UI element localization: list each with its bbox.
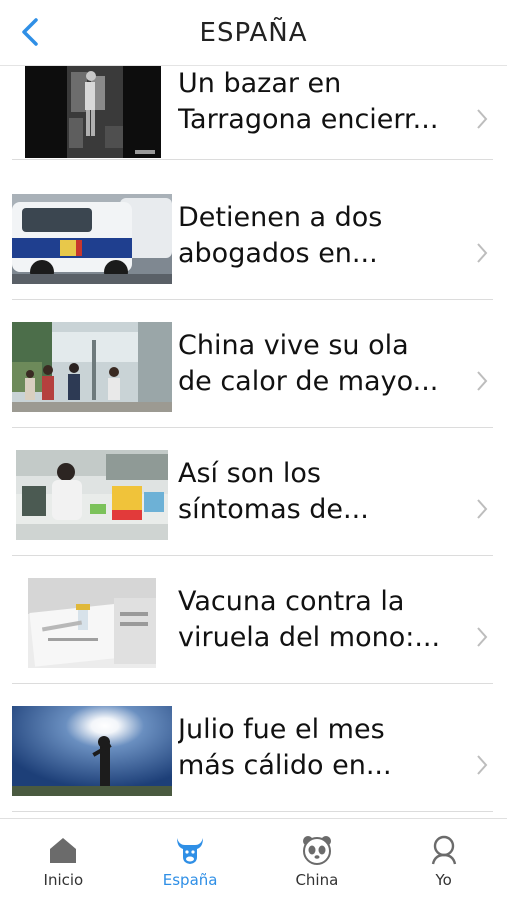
news-thumbnail bbox=[12, 706, 172, 796]
news-thumbnail bbox=[25, 66, 161, 158]
tab-china[interactable]: China bbox=[254, 819, 381, 900]
news-title: Así son los síntomas de... bbox=[178, 458, 369, 525]
top-bar: ESPAÑA bbox=[0, 0, 507, 66]
chevron-right-icon bbox=[477, 371, 488, 391]
chevron-right-icon bbox=[477, 755, 488, 775]
panda-icon bbox=[302, 836, 331, 865]
news-thumbnail bbox=[16, 450, 168, 540]
news-item[interactable]: Julio fue el mes más cálido en... bbox=[12, 684, 493, 812]
tab-yo[interactable]: Yo bbox=[380, 819, 507, 900]
bottom-tab-bar: Inicio España China Yo bbox=[0, 818, 507, 900]
chevron-right-icon bbox=[477, 109, 488, 129]
news-thumbnail bbox=[12, 194, 172, 284]
news-thumbnail bbox=[28, 578, 156, 668]
chevron-right-icon bbox=[477, 499, 488, 519]
news-title: China vive su ola de calor de mayo... bbox=[178, 330, 439, 397]
user-icon bbox=[431, 835, 456, 865]
news-item[interactable]: Vacuna contra la viruela del mono:... bbox=[12, 556, 493, 684]
news-item[interactable]: Así son los síntomas de... bbox=[12, 428, 493, 556]
bull-icon bbox=[177, 838, 204, 864]
tab-espana[interactable]: España bbox=[127, 819, 254, 900]
news-title: Vacuna contra la viruela del mono:... bbox=[178, 586, 441, 653]
news-item[interactable]: Un bazar en Tarragona encierr... bbox=[12, 66, 493, 160]
back-icon[interactable] bbox=[14, 14, 50, 50]
chevron-right-icon bbox=[477, 243, 488, 263]
news-title: Detienen a dos abogados en... bbox=[178, 202, 383, 269]
news-title: Un bazar en Tarragona encierr... bbox=[178, 68, 439, 135]
tab-label: Inicio bbox=[43, 871, 84, 889]
tab-label: Yo bbox=[435, 871, 452, 889]
tab-inicio[interactable]: Inicio bbox=[0, 819, 127, 900]
news-feed[interactable]: Un bazar en Tarragona encierr... Detiene… bbox=[0, 66, 507, 818]
chevron-right-icon bbox=[477, 627, 488, 647]
tab-label: China bbox=[295, 871, 339, 889]
home-icon bbox=[50, 838, 77, 863]
tab-label: España bbox=[162, 871, 218, 889]
news-item[interactable]: Detienen a dos abogados en... bbox=[12, 172, 493, 300]
news-title: Julio fue el mes más cálido en... bbox=[178, 714, 392, 781]
news-item[interactable]: China vive su ola de calor de mayo... bbox=[12, 300, 493, 428]
page-title: ESPAÑA bbox=[199, 17, 308, 48]
news-thumbnail bbox=[12, 322, 172, 412]
